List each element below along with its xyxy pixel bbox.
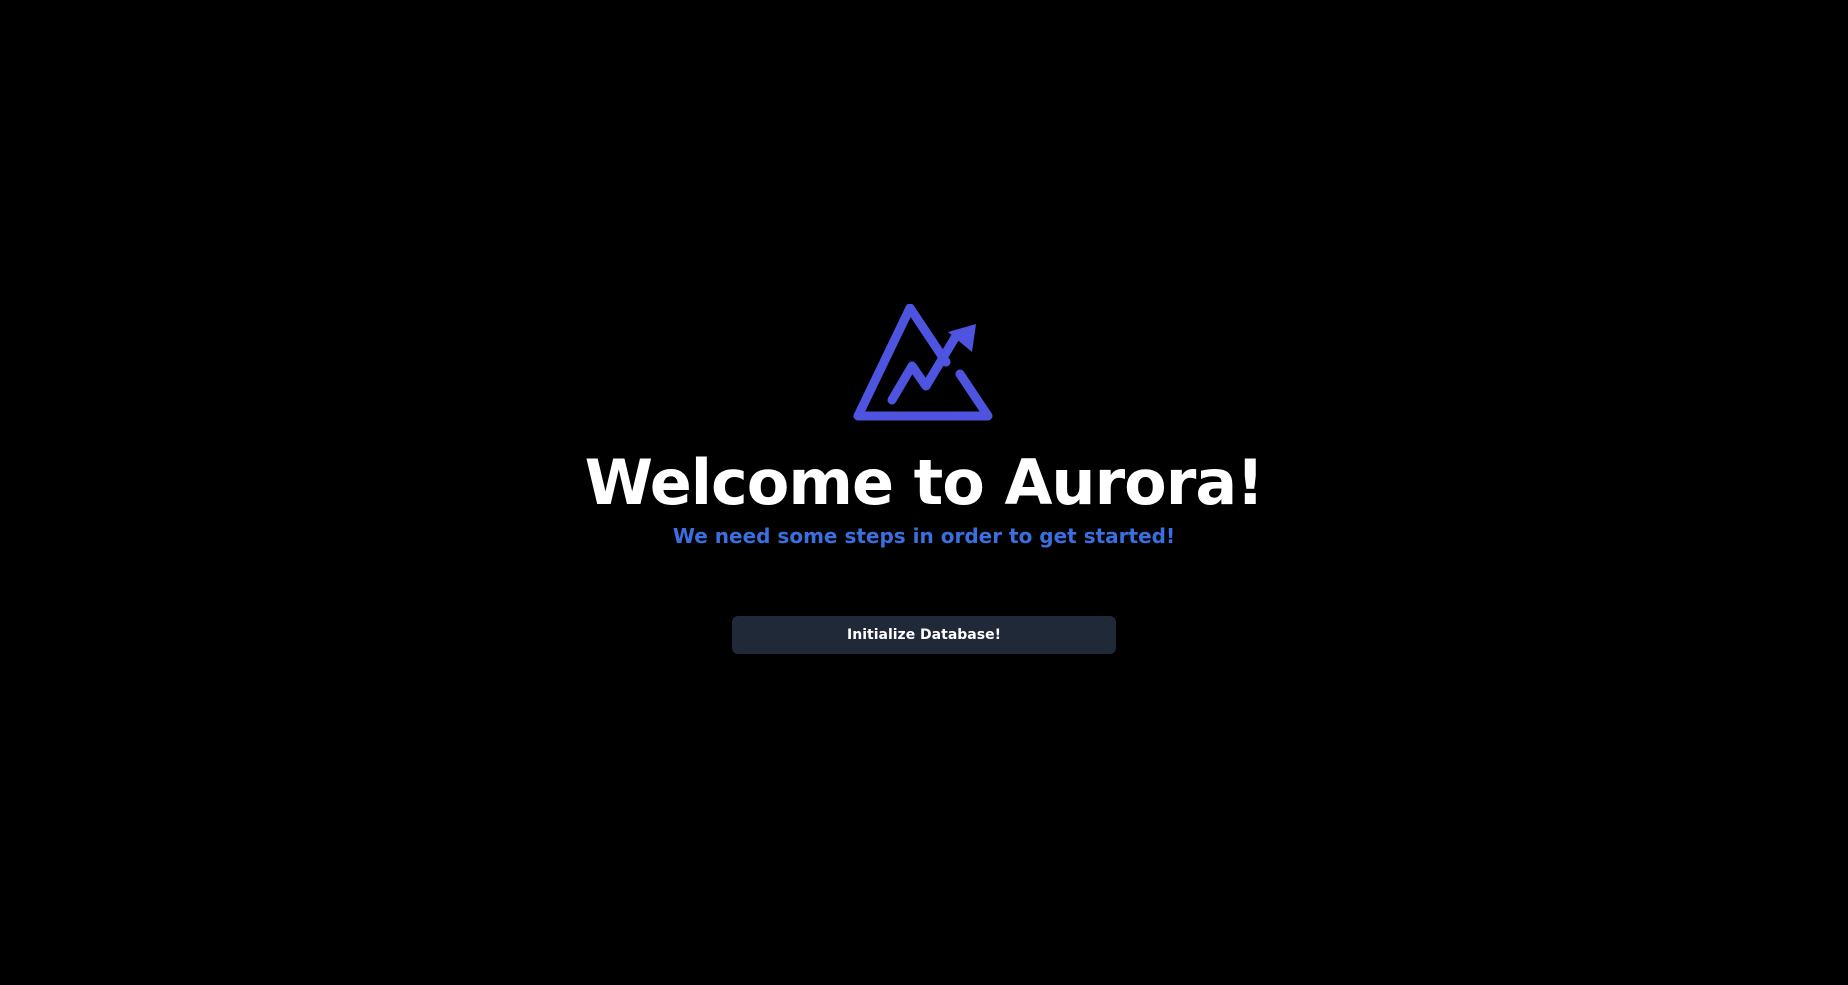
welcome-title: Welcome to Aurora!: [584, 446, 1265, 519]
welcome-subtitle: We need some steps in order to get start…: [672, 524, 1176, 548]
initialize-database-button[interactable]: Initialize Database!: [732, 616, 1116, 654]
aurora-logo-icon: [852, 304, 996, 424]
welcome-screen: Welcome to Aurora! We need some steps in…: [0, 0, 1848, 985]
